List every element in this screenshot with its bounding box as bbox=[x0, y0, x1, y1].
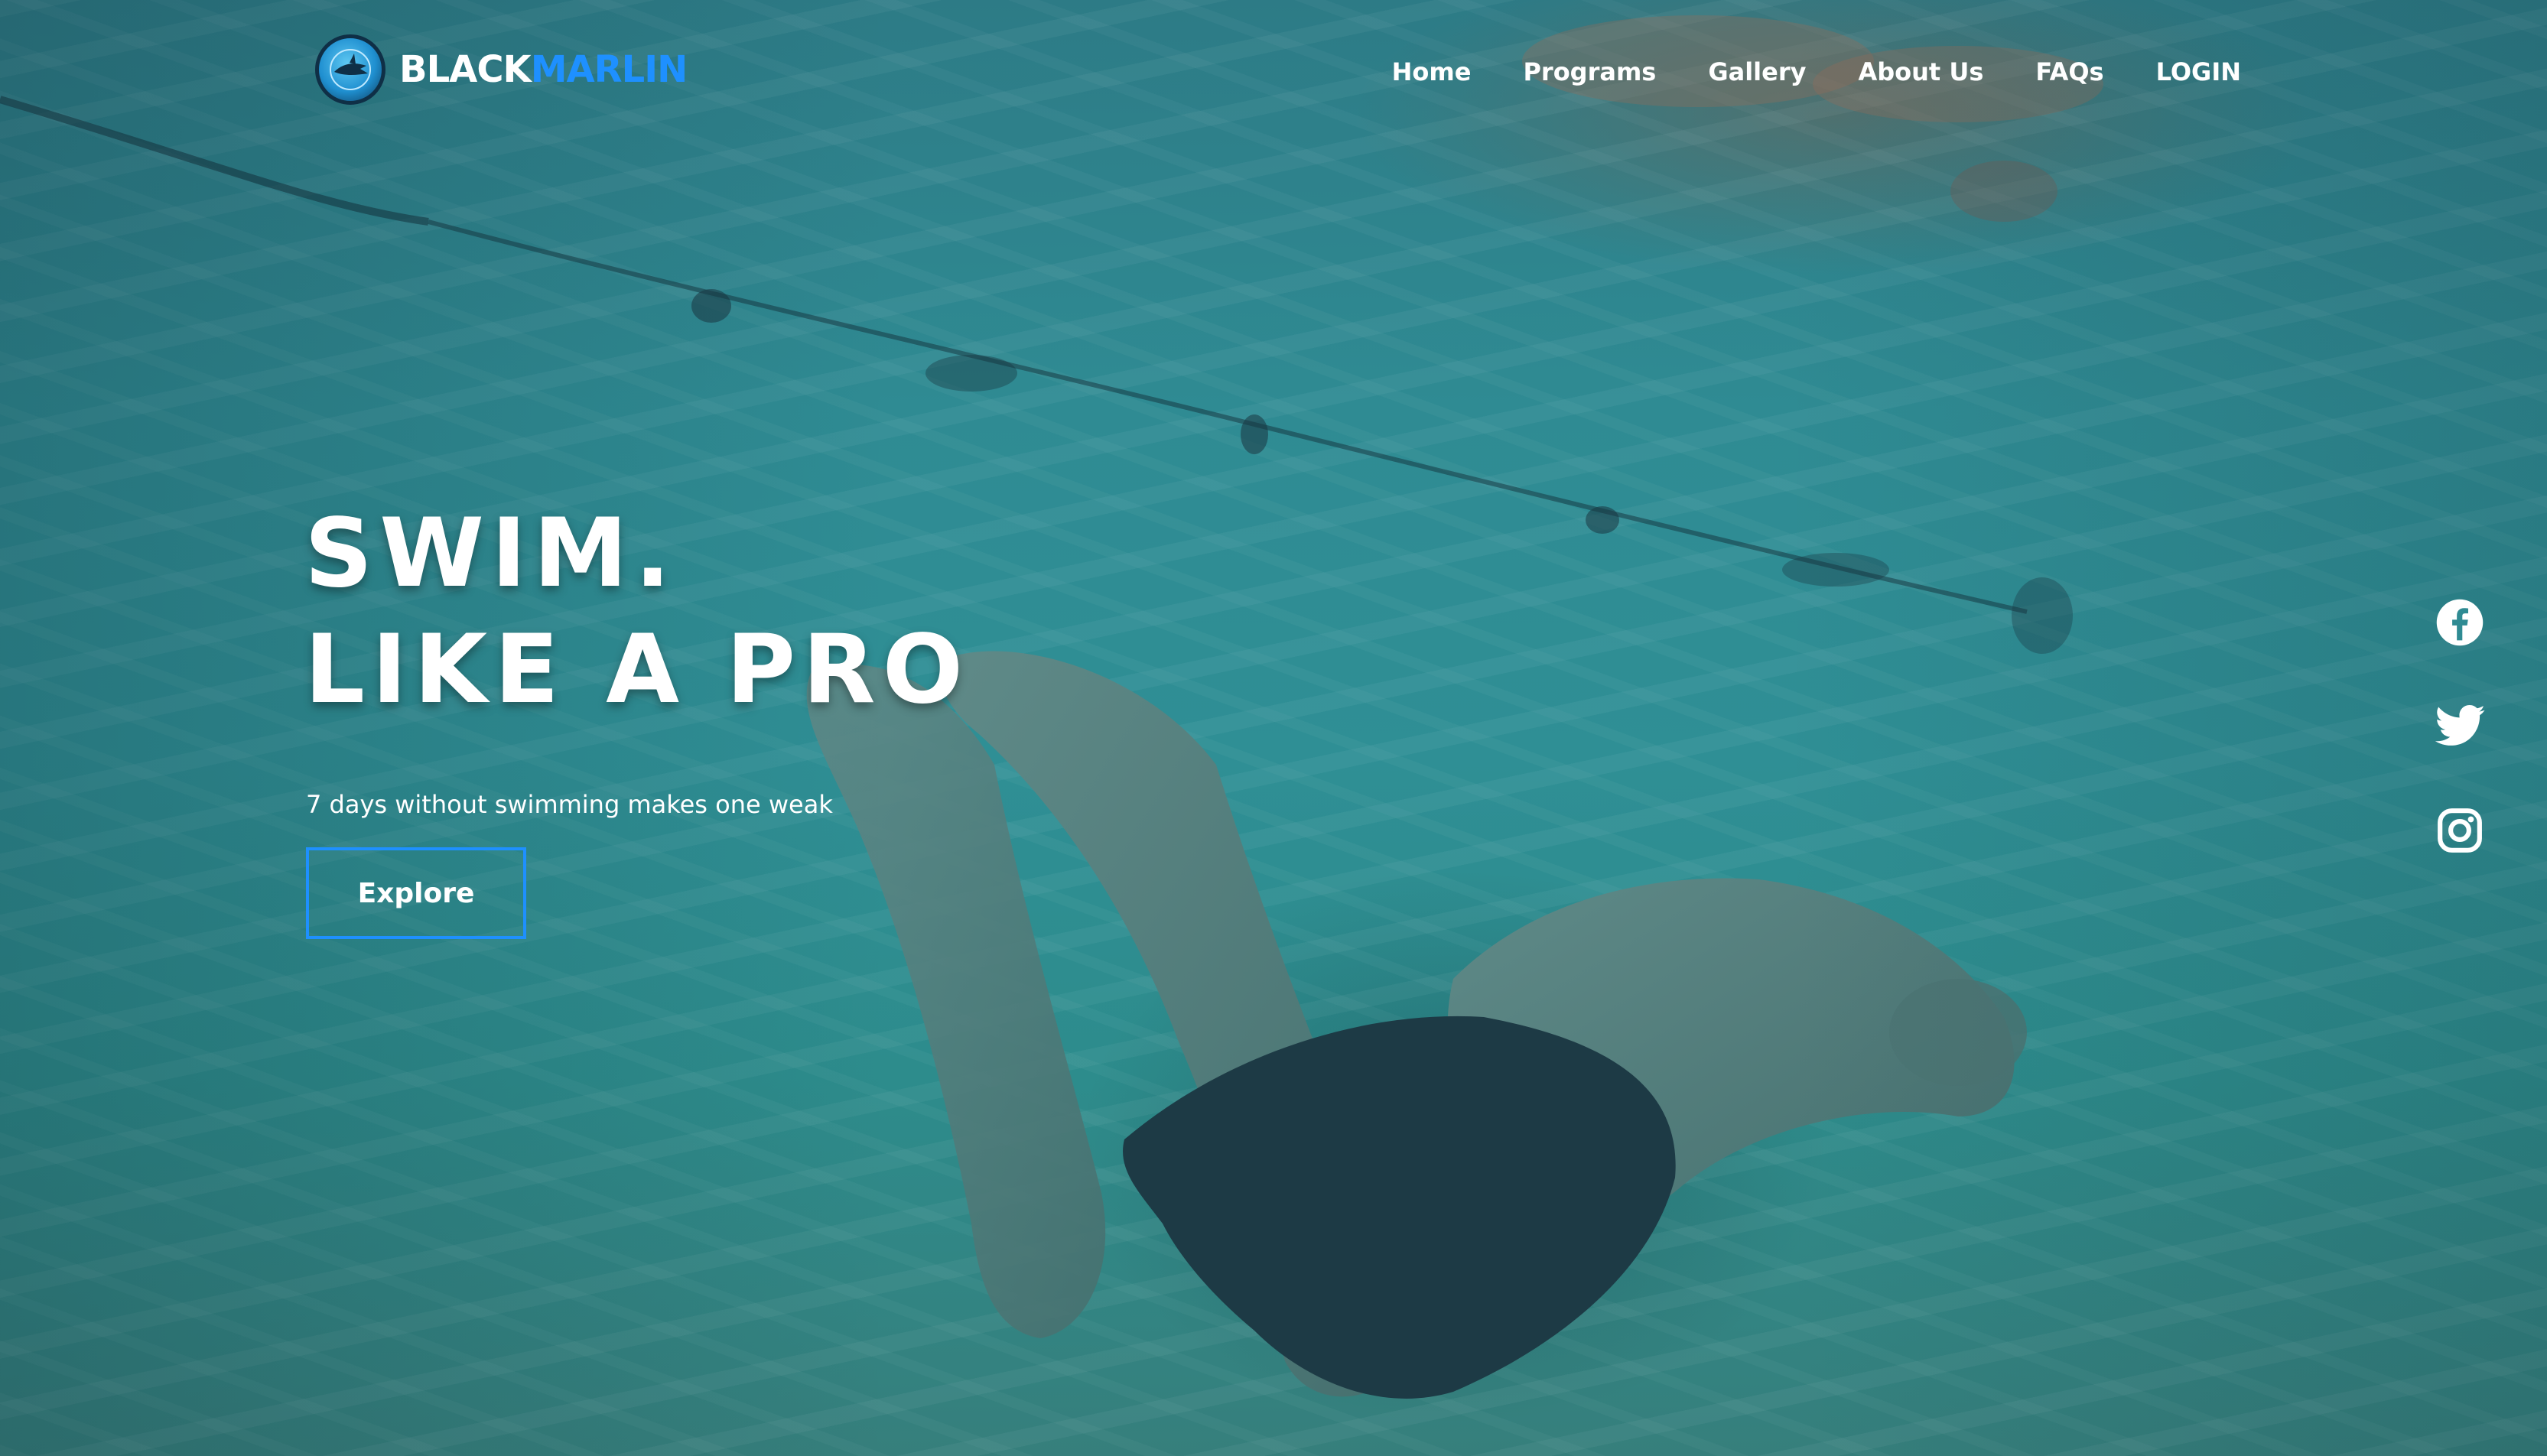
nav-about-us[interactable]: About Us bbox=[1858, 47, 1983, 96]
nav-gallery[interactable]: Gallery bbox=[1708, 47, 1806, 96]
hero-section: BLACKMARLIN Home Programs Gallery About … bbox=[0, 0, 2547, 1456]
nav-programs[interactable]: Programs bbox=[1523, 47, 1656, 96]
explore-button[interactable]: Explore bbox=[306, 847, 526, 939]
top-navigation: BLACKMARLIN Home Programs Gallery About … bbox=[0, 0, 2547, 145]
brand-logo[interactable]: BLACKMARLIN bbox=[315, 32, 688, 107]
main-menu: Home Programs Gallery About Us FAQs LOGI… bbox=[1392, 47, 2241, 96]
brand-name: BLACKMARLIN bbox=[399, 48, 688, 91]
headline-line-1: SWIM. bbox=[304, 499, 678, 609]
nav-home[interactable]: Home bbox=[1392, 47, 1472, 96]
overlay-tint bbox=[0, 0, 2547, 1456]
nav-faqs[interactable]: FAQs bbox=[2035, 47, 2103, 96]
twitter-icon[interactable] bbox=[2432, 699, 2487, 754]
brand-name-part1: BLACK bbox=[399, 48, 532, 91]
social-links bbox=[2432, 595, 2487, 858]
facebook-icon[interactable] bbox=[2432, 595, 2487, 650]
brand-name-part2: MARLIN bbox=[530, 48, 688, 91]
hero-headline: SWIM. LIKE A PRO bbox=[304, 496, 970, 728]
instagram-icon[interactable] bbox=[2432, 803, 2487, 858]
headline-line-2: LIKE A PRO bbox=[304, 615, 971, 725]
marlin-logo-icon bbox=[315, 34, 385, 105]
hero-tagline: 7 days without swimming makes one weak bbox=[306, 790, 833, 819]
nav-login[interactable]: LOGIN bbox=[2156, 47, 2241, 96]
